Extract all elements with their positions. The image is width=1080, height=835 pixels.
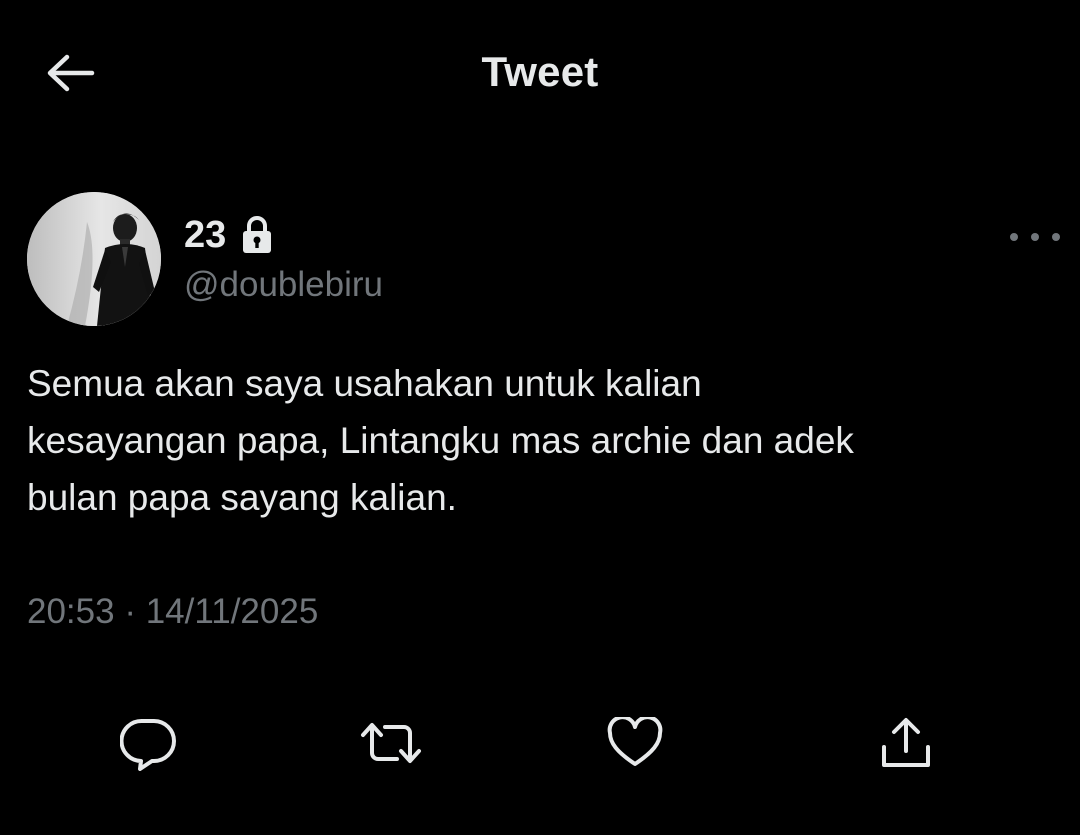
avatar[interactable] <box>27 192 161 326</box>
more-options-button[interactable] <box>1010 222 1060 252</box>
retweet-button[interactable] <box>361 715 421 775</box>
ellipsis-dot <box>1031 233 1039 241</box>
heart-icon <box>607 714 663 774</box>
ellipsis-icon <box>1010 233 1018 241</box>
like-button[interactable] <box>605 714 665 775</box>
display-name[interactable]: 23 <box>184 214 226 257</box>
retweet-icon <box>359 715 423 776</box>
ellipsis-dot <box>1052 233 1060 241</box>
timestamp-separator: · <box>124 592 136 631</box>
top-bar: Tweet <box>0 0 1080 150</box>
user-handle[interactable]: @doublebiru <box>184 265 383 305</box>
profile-photo <box>27 192 161 326</box>
reply-button[interactable] <box>118 715 178 775</box>
reply-icon <box>119 715 176 776</box>
author-name-row: 23 <box>184 210 274 260</box>
tweet-date: 14/11/2025 <box>145 592 319 631</box>
tweet-text: Semua akan saya usahakan untuk kalian ke… <box>27 363 854 518</box>
share-button[interactable] <box>876 715 936 775</box>
tweet-timestamp[interactable]: 20:53 · 14/11/2025 <box>27 592 318 632</box>
share-icon <box>878 715 934 776</box>
page-title: Tweet <box>481 48 599 95</box>
lock-icon <box>240 215 274 255</box>
tweet-time: 20:53 <box>27 592 115 631</box>
tweet-actions <box>0 705 1080 785</box>
